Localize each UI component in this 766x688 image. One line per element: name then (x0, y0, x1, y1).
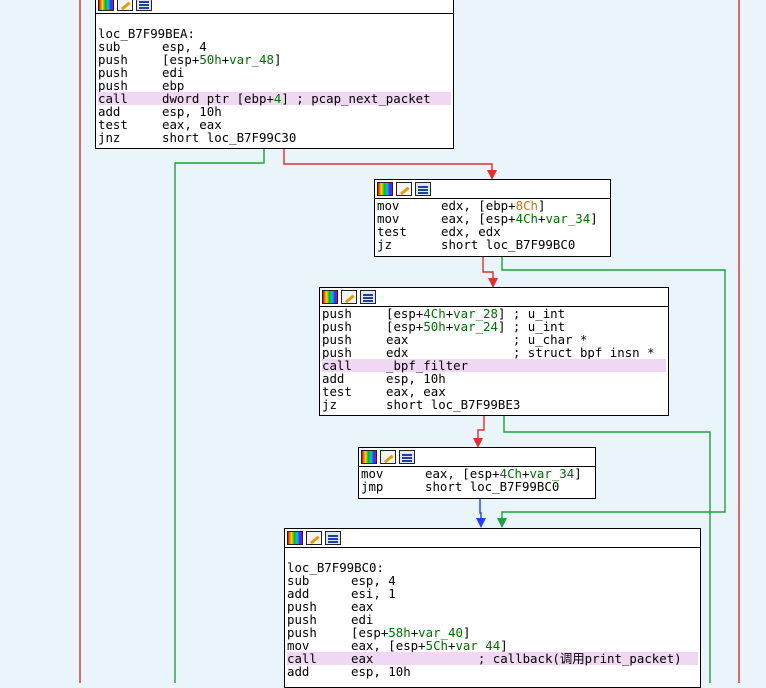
ida-graph-view[interactable]: loc_B7F99BEA: sub esp, 4 push [esp+50h+var_… (0, 0, 766, 688)
instruction-line[interactable]: push edx ; struct bpf_insn * (322, 346, 666, 359)
instruction-line[interactable]: push eax (287, 600, 698, 613)
instruction-line[interactable]: push edi (98, 66, 451, 79)
block-header (285, 529, 700, 548)
operands[interactable]: short loc_B7F99BC0 (425, 479, 559, 494)
xrefs-icon[interactable] (360, 290, 376, 304)
instruction-line[interactable]: push edi (287, 613, 698, 626)
operands[interactable]: esp, 10h (351, 664, 411, 679)
edge-b3-b4 (477, 415, 485, 440)
code-block-loc-B7F99BC0[interactable]: loc_B7F99BC0: sub esp, 4 add esi, 1 push eax p… (284, 528, 701, 688)
edit-node-icon[interactable] (306, 531, 322, 545)
code-block-4[interactable]: mov eax, [esp+4Ch+var_34] jmp short loc_B7F… (358, 447, 596, 499)
instruction-line[interactable]: add esp, 10h (287, 665, 698, 678)
instruction-line[interactable]: call eax ; callback(调用print_packet) (287, 652, 698, 665)
graph-overview-icon[interactable] (287, 531, 303, 545)
instruction-line[interactable]: call _bpf_filter (322, 359, 666, 372)
instruction-line[interactable]: push [esp+50h+var_48] (98, 53, 451, 66)
instruction-line[interactable]: sub esp, 4 (287, 574, 698, 587)
edit-node-icon[interactable] (117, 0, 133, 11)
instruction-line[interactable]: jz short loc_B7F99BE3 (322, 398, 666, 411)
edge-b1-b2 (283, 148, 493, 172)
edit-node-icon[interactable] (380, 450, 396, 464)
mnemonic[interactable]: jnz (98, 131, 162, 144)
instruction-line[interactable]: jz short loc_B7F99BC0 (377, 238, 608, 251)
graph-overview-icon[interactable] (377, 182, 393, 196)
block-header (320, 288, 668, 307)
block-header (96, 0, 453, 14)
mnemonic[interactable]: jz (377, 238, 441, 251)
block-label[interactable]: loc_B7F99BEA: (98, 27, 451, 40)
graph-overview-icon[interactable] (322, 290, 338, 304)
code-block-3[interactable]: push [esp+4Ch+var_28] ; u_int push [esp+50h… (319, 287, 669, 416)
xrefs-icon[interactable] (325, 531, 341, 545)
edge-b2-b3 (482, 256, 494, 280)
block-header (375, 180, 610, 199)
graph-overview-icon[interactable] (98, 0, 114, 11)
instruction-line[interactable]: add esp, 10h (98, 105, 451, 118)
instruction-line[interactable]: jmp short loc_B7F99BC0 (361, 480, 593, 493)
instruction-line[interactable]: call dword ptr [ebp+4] ; pcap_next_packet (98, 92, 451, 105)
code-block-loc-B7F99BEA[interactable]: loc_B7F99BEA: sub esp, 4 push [esp+50h+var_… (95, 0, 454, 149)
block-label[interactable]: loc_B7F99BC0: (287, 561, 698, 574)
instruction-line[interactable]: add esi, 1 (287, 587, 698, 600)
mnemonic[interactable]: jmp (361, 480, 425, 493)
edit-node-icon[interactable] (396, 182, 412, 196)
operands[interactable]: short loc_B7F99C30 (162, 130, 296, 145)
block-header (359, 448, 595, 467)
xrefs-icon[interactable] (399, 450, 415, 464)
edge-b1-jnz (174, 148, 265, 683)
graph-overview-icon[interactable] (361, 450, 377, 464)
edit-node-icon[interactable] (341, 290, 357, 304)
xrefs-icon[interactable] (415, 182, 431, 196)
code-block-2[interactable]: mov edx, [ebp+8Ch] mov eax, [esp+4Ch+var_34… (374, 179, 611, 257)
operands[interactable]: short loc_B7F99BC0 (441, 237, 575, 252)
operands[interactable]: short loc_B7F99BE3 (386, 397, 520, 412)
instruction-line[interactable]: jnz short loc_B7F99C30 (98, 131, 451, 144)
edge-b4-b5 (479, 498, 482, 520)
xrefs-icon[interactable] (136, 0, 152, 11)
mnemonic[interactable]: add (287, 665, 351, 678)
instruction-line[interactable]: add esp, 10h (322, 372, 666, 385)
mnemonic[interactable]: jz (322, 398, 386, 411)
